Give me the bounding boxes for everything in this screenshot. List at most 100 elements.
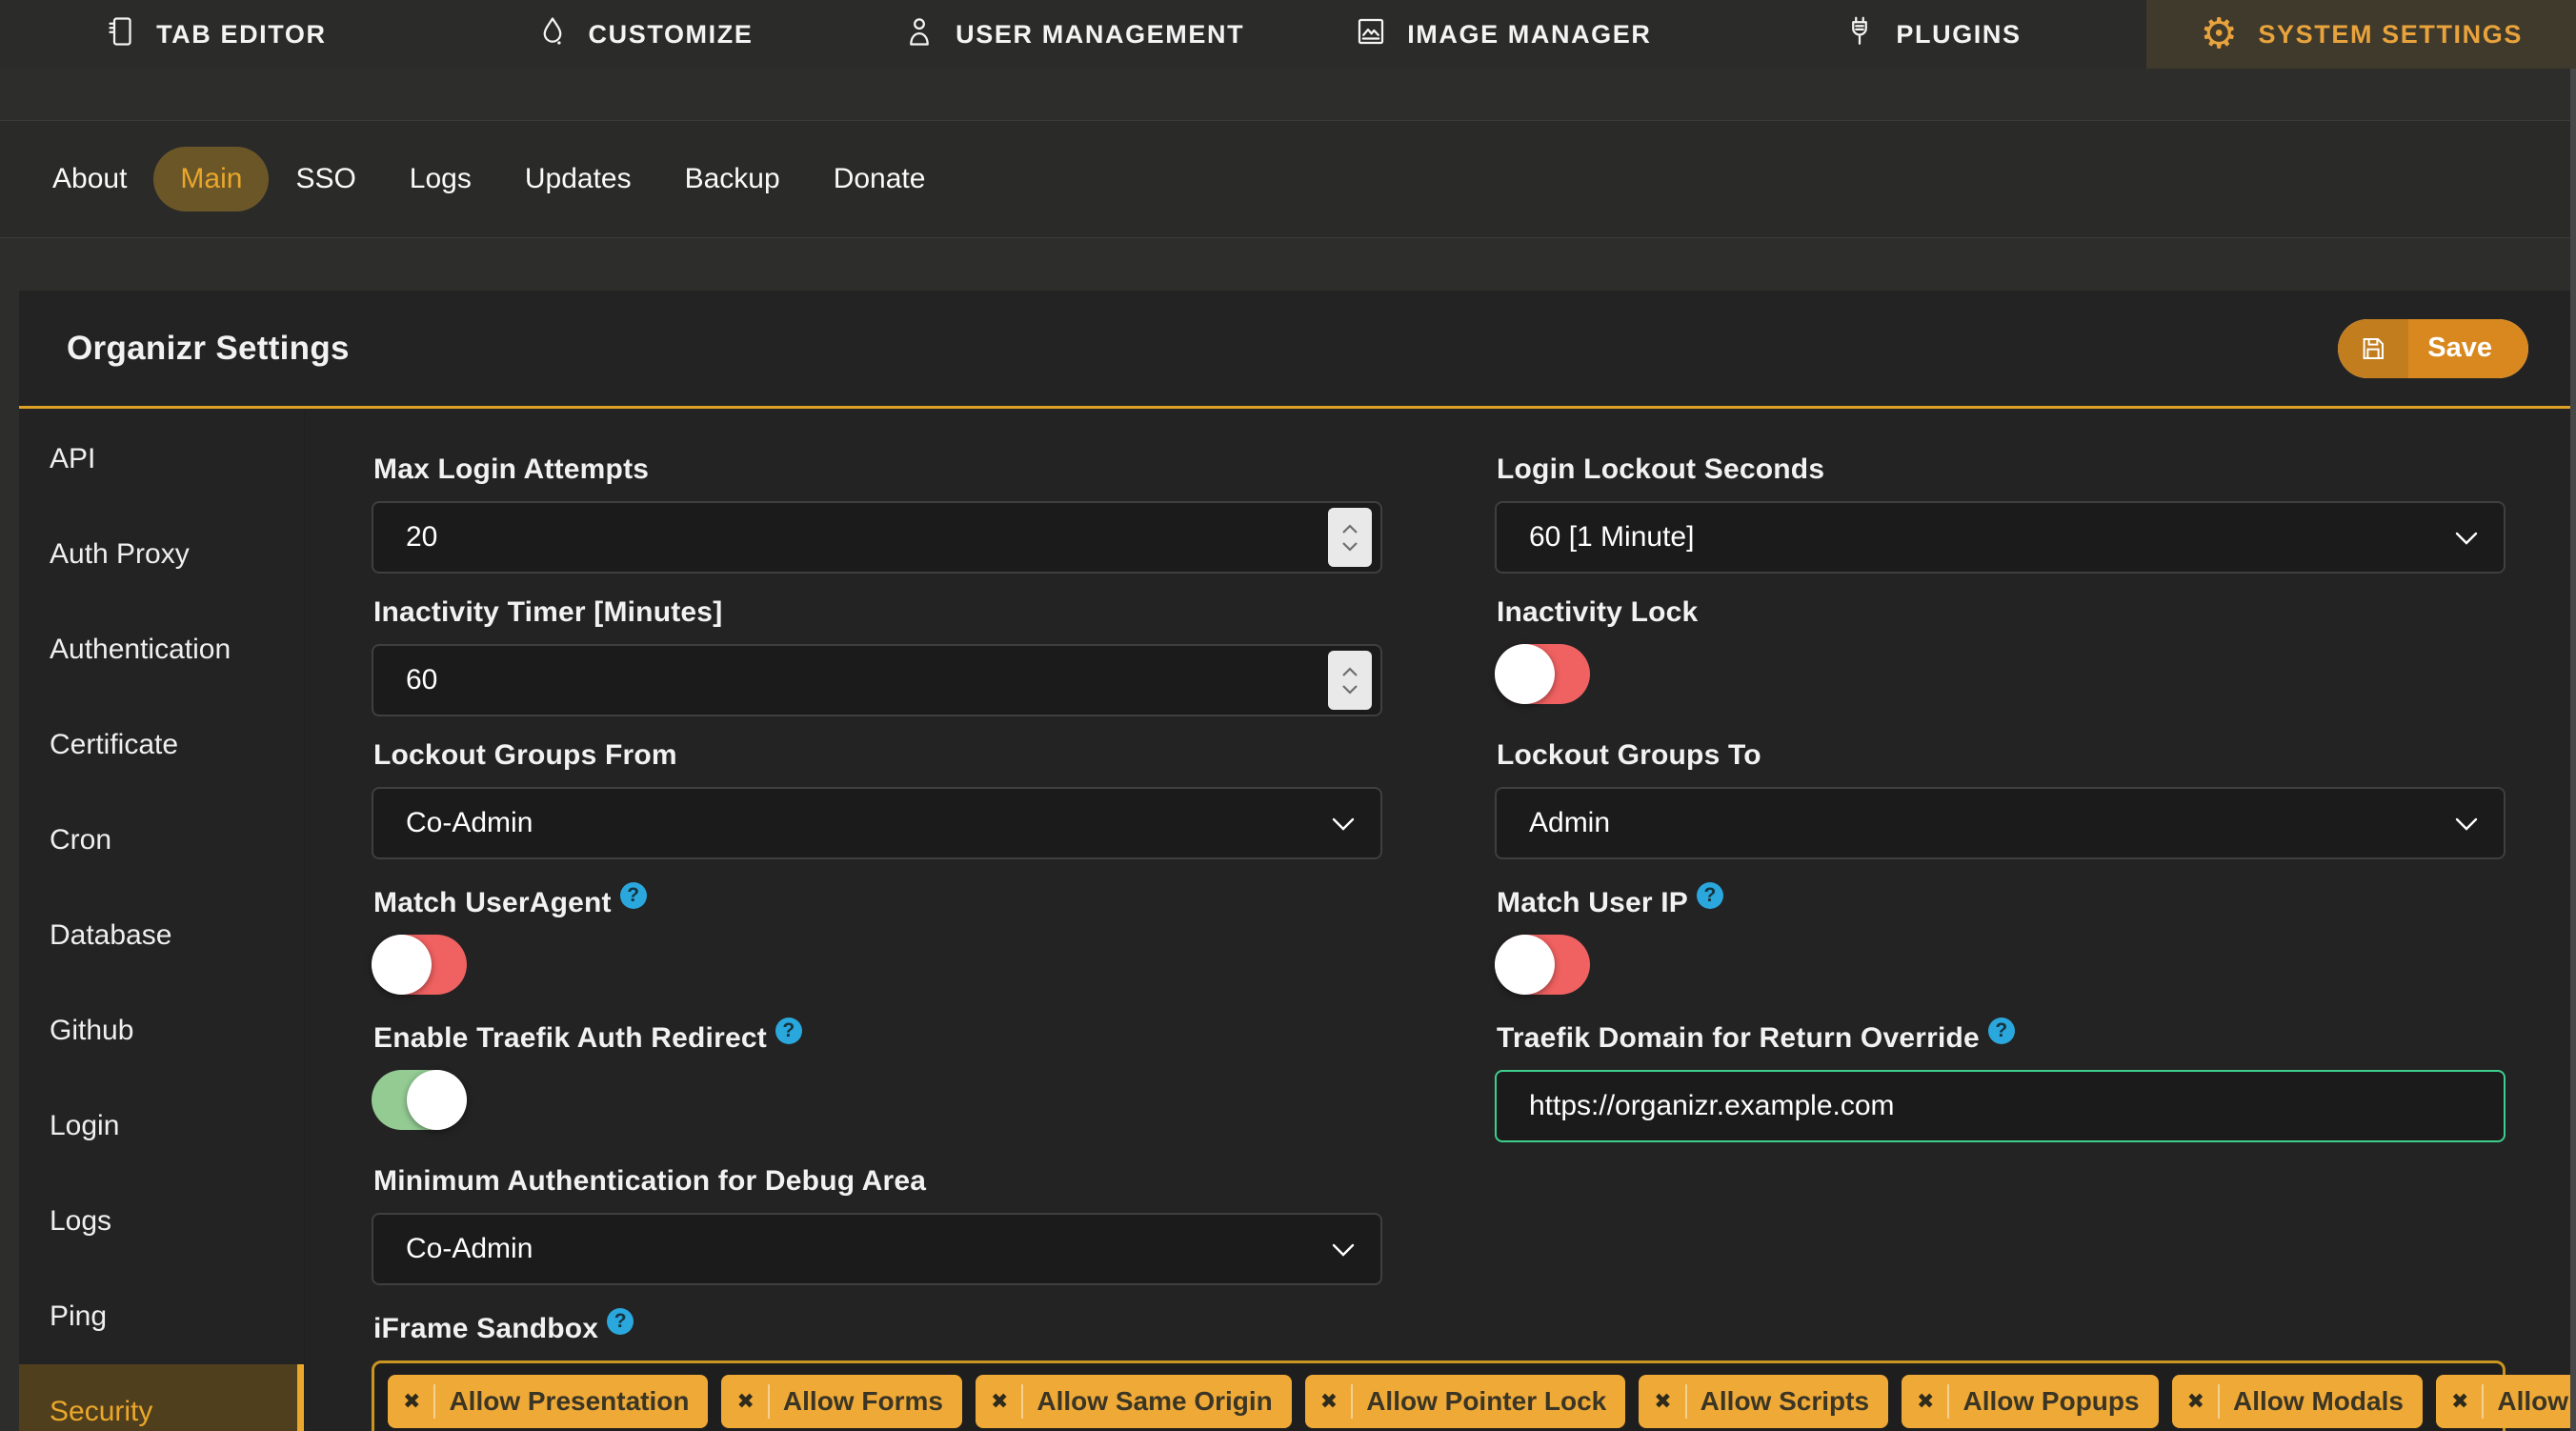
help-icon[interactable]: ? — [607, 1308, 634, 1335]
sidebar-item-authentication[interactable]: Authentication — [19, 602, 304, 697]
user-management-nav-item[interactable]: USER MANAGEMENT — [858, 0, 1288, 69]
help-icon[interactable]: ? — [619, 882, 647, 909]
sidebar-item-ping[interactable]: Ping — [19, 1269, 304, 1364]
lockout-groups-from-label: Lockout Groups From — [373, 739, 677, 771]
tag-allow-top-navigation: ✖ Allow Top Navigation — [2435, 1375, 2570, 1428]
inactivity-timer-input-wrap — [372, 644, 1382, 716]
tab-backup[interactable]: Backup — [658, 147, 807, 212]
min-auth-debug-label: Minimum Authentication for Debug Area — [373, 1165, 927, 1197]
traefik-domain-label: Traefik Domain for Return Override? — [1497, 1018, 2506, 1055]
page-scrollbar[interactable] — [2570, 0, 2576, 1431]
tag-remove-icon[interactable]: ✖ — [991, 1390, 1008, 1414]
tab-sso[interactable]: SSO — [269, 147, 382, 212]
iframe-sandbox-tag-input[interactable]: ✖ Allow Presentation ✖ Allow Forms ✖ All… — [372, 1360, 2570, 1431]
inactivity-timer-input[interactable] — [406, 664, 1319, 696]
tag-separator — [1351, 1384, 1354, 1419]
match-user-ip-toggle[interactable] — [1495, 935, 1590, 995]
tab-editor-nav-item[interactable]: TAB EDITOR — [0, 0, 430, 69]
customize-nav-item[interactable]: CUSTOMIZE — [430, 0, 859, 69]
lockout-groups-to-select[interactable]: Admin — [1495, 787, 2506, 859]
tab-updates[interactable]: Updates — [498, 147, 658, 212]
image-manager-nav-item[interactable]: IMAGE MANAGER — [1288, 0, 1718, 69]
save-button[interactable]: Save — [2338, 318, 2528, 378]
sidebar-item-security[interactable]: Security — [19, 1364, 304, 1431]
customize-label: CUSTOMIZE — [588, 19, 754, 49]
sidebar-item-login[interactable]: Login — [19, 1078, 304, 1174]
tag-remove-icon[interactable]: ✖ — [2187, 1390, 2204, 1414]
login-lockout-seconds-label: Login Lockout Seconds — [1497, 453, 1825, 485]
tag-remove-icon[interactable]: ✖ — [2451, 1390, 2468, 1414]
system-settings-nav-item[interactable]: ⚙ SYSTEM SETTINGS — [2146, 0, 2576, 69]
sidebar-item-certificate[interactable]: Certificate — [19, 697, 304, 793]
number-stepper[interactable] — [1328, 651, 1372, 710]
tag-label: Allow Modals — [2233, 1386, 2404, 1416]
organizr-settings-panel: Organizr Settings Save API Auth Proxy Au… — [19, 291, 2570, 1431]
user-icon — [902, 14, 936, 55]
sidebar-item-cron[interactable]: Cron — [19, 793, 304, 888]
tag-remove-icon[interactable]: ✖ — [1917, 1390, 1934, 1414]
tag-allow-forms: ✖ Allow Forms — [721, 1375, 962, 1428]
tag-allow-modals: ✖ Allow Modals — [2171, 1375, 2423, 1428]
toggle-knob — [1495, 644, 1555, 704]
tag-remove-icon[interactable]: ✖ — [1320, 1390, 1338, 1414]
tag-separator — [1021, 1384, 1024, 1419]
tab-about[interactable]: About — [26, 147, 153, 212]
sidebar-item-github[interactable]: Github — [19, 983, 304, 1078]
tag-separator — [2482, 1384, 2485, 1419]
tag-separator — [1947, 1384, 1950, 1419]
tag-allow-presentation: ✖ Allow Presentation — [388, 1375, 709, 1428]
tab-logs[interactable]: Logs — [383, 147, 498, 212]
min-auth-debug-select[interactable]: Co-Admin — [372, 1213, 1382, 1285]
chevron-down-icon — [1331, 1233, 1356, 1265]
field-inactivity-timer: Inactivity Timer [Minutes] — [372, 596, 1382, 716]
enable-traefik-toggle[interactable] — [372, 1070, 467, 1130]
help-icon[interactable]: ? — [1697, 882, 1723, 909]
enable-traefik-label: Enable Traefik Auth Redirect? — [373, 1018, 1382, 1055]
field-lockout-groups-from: Lockout Groups From Co-Admin — [372, 739, 1382, 859]
save-button-label: Save — [2408, 318, 2528, 378]
sidebar-item-api[interactable]: API — [19, 412, 304, 507]
chevron-down-icon — [1331, 807, 1356, 839]
tag-separator — [433, 1384, 436, 1419]
tag-allow-popups: ✖ Allow Popups — [1902, 1375, 2159, 1428]
sidebar-item-logs[interactable]: Logs — [19, 1174, 304, 1269]
field-max-login-attempts: Max Login Attempts — [372, 453, 1382, 574]
tag-label: Allow Scripts — [1700, 1386, 1870, 1416]
field-spacer — [1495, 1165, 2506, 1285]
tab-main[interactable]: Main — [153, 147, 270, 212]
panel-body: API Auth Proxy Authentication Certificat… — [19, 412, 2570, 1431]
match-useragent-label: Match UserAgent? — [373, 882, 1382, 919]
login-lockout-seconds-select[interactable]: 60 [1 Minute] — [1495, 501, 2506, 574]
iframe-sandbox-label: iFrame Sandbox? — [373, 1308, 2506, 1345]
tag-remove-icon[interactable]: ✖ — [1654, 1390, 1671, 1414]
field-traefik-domain: Traefik Domain for Return Override? — [1495, 1018, 2506, 1142]
inactivity-lock-toggle[interactable] — [1495, 644, 1590, 704]
toggle-knob — [1495, 935, 1555, 995]
traefik-domain-input[interactable] — [1529, 1090, 2443, 1122]
panel-header: Organizr Settings Save — [19, 291, 2570, 409]
match-useragent-toggle[interactable] — [372, 935, 467, 995]
max-login-attempts-label: Max Login Attempts — [373, 453, 650, 485]
max-login-attempts-input[interactable] — [406, 521, 1319, 554]
sidebar-item-auth-proxy[interactable]: Auth Proxy — [19, 507, 304, 602]
plug-icon — [1842, 14, 1877, 55]
top-navigation: TAB EDITOR CUSTOMIZE USER MANAGEMENT IMA… — [0, 0, 2576, 69]
lockout-groups-from-select[interactable]: Co-Admin — [372, 787, 1382, 859]
help-icon[interactable]: ? — [775, 1018, 802, 1044]
tag-allow-same-origin: ✖ Allow Same Origin — [975, 1375, 1292, 1428]
help-icon[interactable]: ? — [1987, 1018, 2015, 1044]
system-settings-label: SYSTEM SETTINGS — [2258, 19, 2523, 49]
tab-donate[interactable]: Donate — [807, 147, 953, 212]
field-match-user-ip: Match User IP? — [1495, 882, 2506, 995]
number-stepper[interactable] — [1328, 508, 1372, 567]
plugins-nav-item[interactable]: PLUGINS — [1718, 0, 2147, 69]
tag-allow-scripts: ✖ Allow Scripts — [1639, 1375, 1889, 1428]
tag-separator — [1684, 1384, 1687, 1419]
field-match-useragent: Match UserAgent? — [372, 882, 1382, 995]
chevron-down-icon — [2454, 521, 2479, 554]
image-icon — [1354, 14, 1388, 55]
tag-remove-icon[interactable]: ✖ — [403, 1390, 420, 1414]
tag-remove-icon[interactable]: ✖ — [736, 1390, 754, 1414]
sidebar-item-database[interactable]: Database — [19, 888, 304, 983]
toggle-knob — [372, 935, 432, 995]
